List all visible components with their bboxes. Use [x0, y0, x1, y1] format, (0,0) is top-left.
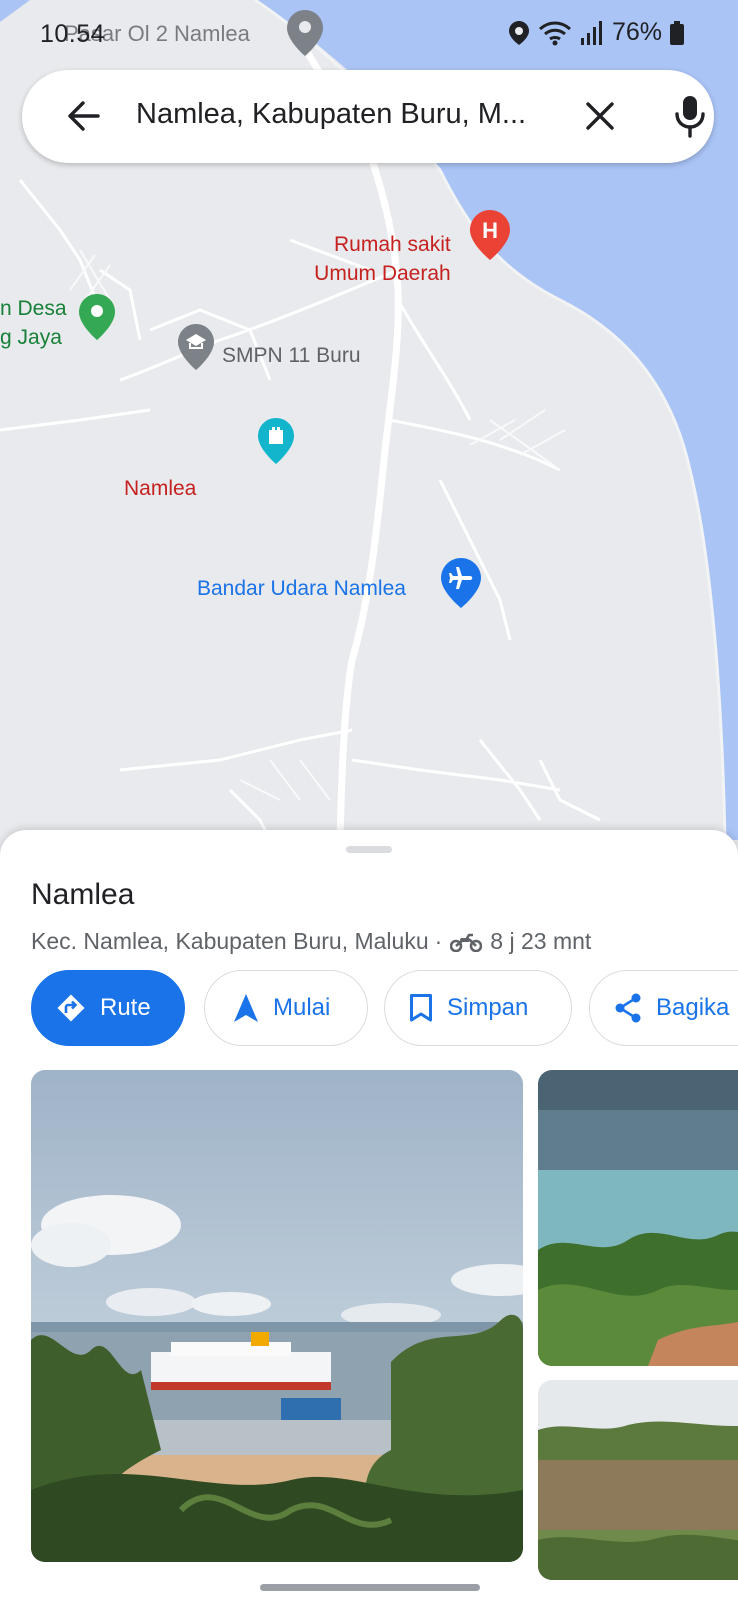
share-button-label: Bagika [656, 994, 730, 1021]
battery-percent: 76% [611, 18, 662, 46]
hospital-label-line2: Umum Daerah [314, 262, 451, 285]
place-photo-coast[interactable] [538, 1070, 738, 1366]
hospital-label[interactable]: Rumah sakit Umum Daerah [314, 230, 451, 288]
drag-handle[interactable] [346, 846, 392, 853]
microphone-icon[interactable] [670, 94, 710, 138]
signal-icon [580, 20, 602, 45]
town-label[interactable]: Namlea [124, 474, 196, 503]
wifi-icon [538, 21, 571, 45]
navigation-arrow-icon [234, 994, 258, 1022]
motorcycle-icon [450, 933, 483, 952]
search-bar[interactable]: Namlea, Kabupaten Buru, M... [22, 70, 714, 163]
share-button[interactable]: Bagika [589, 970, 738, 1046]
hospital-label-line1: Rumah sakit [334, 233, 451, 256]
close-icon[interactable] [582, 98, 618, 134]
route-button-label: Rute [100, 994, 151, 1021]
place-sheet[interactable]: Namlea Kec. Namlea, Kabupaten Buru, Malu… [0, 830, 738, 1600]
school-pin-icon[interactable] [178, 324, 214, 370]
search-input[interactable]: Namlea, Kabupaten Buru, M... [136, 98, 556, 131]
harbor-photo-image [31, 1070, 523, 1562]
minor-roads [0, 179, 601, 840]
airport-label[interactable]: Bandar Udara Namlea [197, 574, 406, 603]
separator-dot: · [434, 928, 443, 954]
village-label-line2: g Jaya [0, 326, 62, 349]
place-photo-harbor[interactable] [31, 1070, 523, 1562]
start-button[interactable]: Mulai [204, 970, 368, 1046]
cliff-photo-image [538, 1380, 738, 1580]
school-label[interactable]: SMPN 11 Buru [222, 341, 361, 370]
gesture-navigation-bar[interactable] [260, 1584, 480, 1591]
bookmark-icon [410, 994, 432, 1022]
airport-pin-icon[interactable] [441, 558, 481, 608]
status-icons: 76% [508, 18, 684, 47]
village-label[interactable]: n Desa g Jaya [0, 294, 67, 352]
back-arrow-icon[interactable] [66, 98, 102, 134]
place-photo-cliff[interactable] [538, 1380, 738, 1580]
save-button-label: Simpan [447, 994, 529, 1021]
svg-text:H: H [482, 218, 498, 243]
place-title: Namlea [31, 878, 135, 911]
status-bar: Pasar Ol 2 Namlea 10.54 76% [0, 0, 738, 68]
coast-photo-image [538, 1070, 738, 1366]
attraction-pin-icon[interactable] [258, 418, 294, 464]
save-button[interactable]: Simpan [384, 970, 572, 1046]
start-button-label: Mulai [273, 994, 331, 1021]
place-address: Kec. Namlea, Kabupaten Buru, Maluku [31, 928, 429, 954]
location-icon [508, 20, 529, 45]
village-pin-icon[interactable] [79, 294, 115, 340]
directions-icon [57, 994, 85, 1022]
village-label-line1: n Desa [0, 297, 67, 320]
status-time: 10.54 [40, 20, 106, 48]
travel-time: 8 j 23 mnt [490, 928, 592, 954]
place-subtitle: Kec. Namlea, Kabupaten Buru, Maluku · 8 … [31, 928, 591, 955]
street-grid [69, 249, 566, 801]
battery-icon [670, 20, 684, 45]
share-icon [615, 993, 641, 1023]
route-button[interactable]: Rute [31, 970, 185, 1046]
